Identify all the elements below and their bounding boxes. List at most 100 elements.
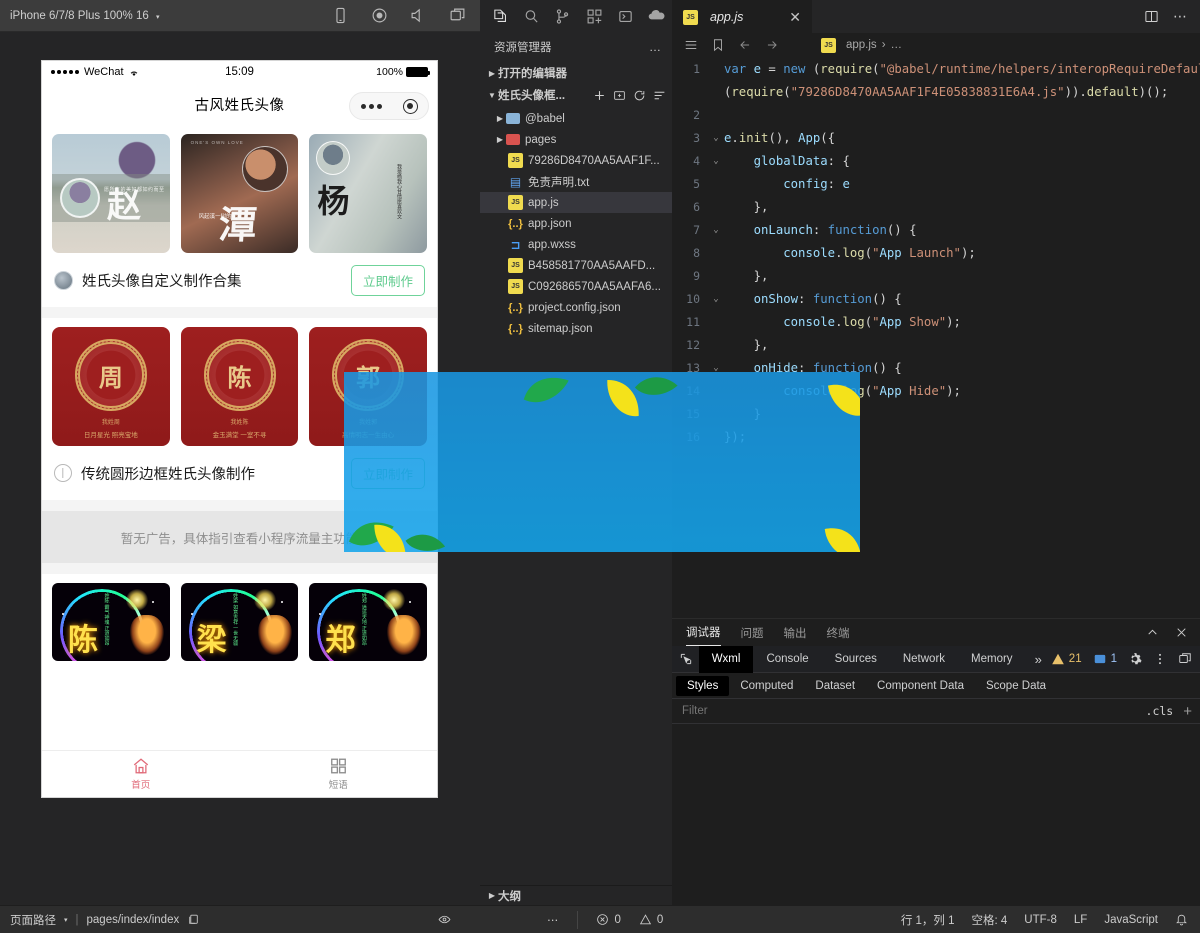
code-line[interactable]: 12 },	[672, 333, 1200, 356]
more-vertical-icon[interactable]	[1153, 652, 1167, 666]
tree-item[interactable]: ▤免责声明.txt	[480, 171, 672, 192]
close-icon[interactable]	[1175, 626, 1188, 639]
fold-toggle-icon[interactable]: ⌄	[708, 133, 724, 143]
project-root-section[interactable]: ▼ 姓氏头像框...	[480, 84, 672, 106]
volume-icon[interactable]	[410, 7, 427, 24]
refresh-icon[interactable]	[633, 89, 646, 102]
status-more-dots[interactable]: ⋯	[547, 913, 560, 927]
code-line[interactable]: 14 console.log("App Hide");	[672, 379, 1200, 402]
code-line[interactable]: 13⌄ onHide: function() {	[672, 356, 1200, 379]
new-file-icon[interactable]	[593, 89, 606, 102]
breadcrumb-rest[interactable]: …	[891, 39, 903, 51]
panel-tab[interactable]: 输出	[784, 619, 807, 646]
neon-card[interactable]: 姓梁 如意吉祥 一世无疆 梁	[181, 583, 299, 661]
chevron-down-icon[interactable]: ▾	[64, 916, 68, 924]
styles-tab[interactable]: Dataset	[804, 676, 866, 696]
code-line[interactable]: (require("79286D8470AA5AAF1F4E05838831E6…	[672, 80, 1200, 103]
warning-count-badge[interactable]: 21	[1051, 652, 1082, 666]
section-row-traditional[interactable]: 传统圆形边框姓氏头像制作 立即制作	[42, 446, 437, 500]
chevron-up-icon[interactable]	[1146, 626, 1159, 639]
tree-item[interactable]: {..}app.json	[480, 213, 672, 234]
eye-icon[interactable]	[438, 913, 451, 926]
device-icon[interactable]	[332, 7, 349, 24]
error-count-badge[interactable]: 0	[596, 913, 620, 926]
open-editors-section[interactable]: ▶ 打开的编辑器	[480, 62, 672, 84]
new-folder-icon[interactable]	[613, 89, 626, 102]
record-icon[interactable]	[371, 7, 388, 24]
fold-toggle-icon[interactable]: ⌄	[708, 294, 724, 304]
code-line[interactable]: 5 config: e	[672, 172, 1200, 195]
code-line[interactable]: 9 },	[672, 264, 1200, 287]
devtools-overflow[interactable]: »	[1026, 646, 1051, 673]
tabbar-item-home[interactable]: 首页	[42, 751, 240, 797]
settings-gear-icon[interactable]	[1128, 652, 1142, 666]
close-target-icon[interactable]	[403, 99, 418, 114]
outline-icon[interactable]	[684, 38, 698, 52]
device-selector[interactable]: iPhone 6/7/8 Plus 100% 16 ▾	[10, 10, 159, 22]
code-area[interactable]: 1var e = new (require("@babel/runtime/he…	[672, 57, 1200, 618]
tree-item[interactable]: ▶@babel	[480, 108, 672, 129]
language-mode[interactable]: JavaScript	[1104, 914, 1158, 926]
code-line[interactable]: 1var e = new (require("@babel/runtime/he…	[672, 57, 1200, 80]
files-icon[interactable]	[485, 0, 516, 32]
windows-icon[interactable]	[449, 7, 466, 24]
seal-card[interactable]: 陈 我姓陈 金玉满堂 一室不寻	[181, 327, 299, 446]
styles-tab[interactable]: Styles	[676, 676, 729, 696]
more-dots-icon[interactable]	[361, 104, 382, 109]
eol[interactable]: LF	[1074, 914, 1087, 926]
warning-count-badge[interactable]: 0	[639, 913, 663, 926]
tree-item[interactable]: JSB458581770AA5AAFD...	[480, 255, 672, 276]
photo-card[interactable]: 赵 愿所有的美好都如约而至	[52, 134, 170, 253]
outline-section[interactable]: ▶ 大纲	[480, 885, 672, 905]
panel-tab[interactable]: 问题	[741, 619, 764, 646]
code-line[interactable]: 8 console.log("App Launch");	[672, 241, 1200, 264]
tree-item[interactable]: JSC092686570AA5AAFA6...	[480, 276, 672, 297]
back-arrow-icon[interactable]	[738, 38, 752, 52]
seal-card[interactable]: 周 我姓周 日月星光 照亮宝地	[52, 327, 170, 446]
encoding[interactable]: UTF-8	[1024, 914, 1057, 926]
copy-icon[interactable]	[187, 913, 200, 926]
fold-toggle-icon[interactable]: ⌄	[708, 225, 724, 235]
devtools-tab[interactable]: Memory	[958, 646, 1026, 673]
split-editor-icon[interactable]	[1144, 9, 1159, 24]
dock-icon[interactable]	[1178, 652, 1192, 666]
search-icon[interactable]	[516, 0, 547, 32]
more-icon[interactable]: …	[649, 40, 662, 54]
filter-input[interactable]	[682, 705, 993, 717]
styles-tab[interactable]: Computed	[729, 676, 804, 696]
tabbar-item-phrases[interactable]: 短语	[240, 751, 438, 797]
close-icon[interactable]: ✕	[771, 9, 801, 26]
seal-card[interactable]: 郭 我姓郭 高情明志一生由心	[309, 327, 427, 446]
styles-tab[interactable]: Component Data	[866, 676, 975, 696]
code-line[interactable]: 10⌄ onShow: function() {	[672, 287, 1200, 310]
editor-tab-appjs[interactable]: JS app.js ✕	[672, 0, 812, 33]
tree-item[interactable]: JS79286D8470AA5AAF1F...	[480, 150, 672, 171]
code-line[interactable]: 3⌄e.init(), App({	[672, 126, 1200, 149]
panel-tab[interactable]: 终端	[827, 619, 850, 646]
code-line[interactable]: 15 }	[672, 402, 1200, 425]
devtools-tab[interactable]: Sources	[822, 646, 890, 673]
code-line[interactable]: 2	[672, 103, 1200, 126]
inspect-element-icon[interactable]	[674, 652, 699, 666]
breadcrumb-file[interactable]: app.js	[846, 39, 877, 51]
fold-toggle-icon[interactable]: ⌄	[708, 363, 724, 373]
section-row-custom[interactable]: 姓氏头像自定义制作合集 立即制作	[42, 253, 437, 307]
devtools-tab[interactable]: Network	[890, 646, 958, 673]
debug-icon[interactable]	[610, 0, 641, 32]
collapse-all-icon[interactable]	[653, 89, 666, 102]
code-line[interactable]: 16});	[672, 425, 1200, 448]
tree-item[interactable]: JSapp.js	[480, 192, 672, 213]
make-now-button[interactable]: 立即制作	[351, 458, 425, 489]
extensions-icon[interactable]	[579, 0, 610, 32]
panel-tab[interactable]: 调试器	[686, 619, 721, 646]
photo-card[interactable]: ONE'S OWN LOVE 潭 风起溪一树的花红	[181, 134, 299, 253]
add-rule-button[interactable]: +	[1173, 703, 1200, 720]
devtools-tab[interactable]: Console	[753, 646, 821, 673]
fold-toggle-icon[interactable]: ⌄	[708, 156, 724, 166]
photo-card[interactable]: 杨 我是杨我心甘情愿喜欢文	[309, 134, 427, 253]
bookmark-icon[interactable]	[711, 38, 725, 52]
indentation[interactable]: 空格: 4	[972, 912, 1008, 928]
styles-tab[interactable]: Scope Data	[975, 676, 1057, 696]
cls-button[interactable]: .cls	[1146, 704, 1174, 718]
source-control-icon[interactable]	[547, 0, 578, 32]
